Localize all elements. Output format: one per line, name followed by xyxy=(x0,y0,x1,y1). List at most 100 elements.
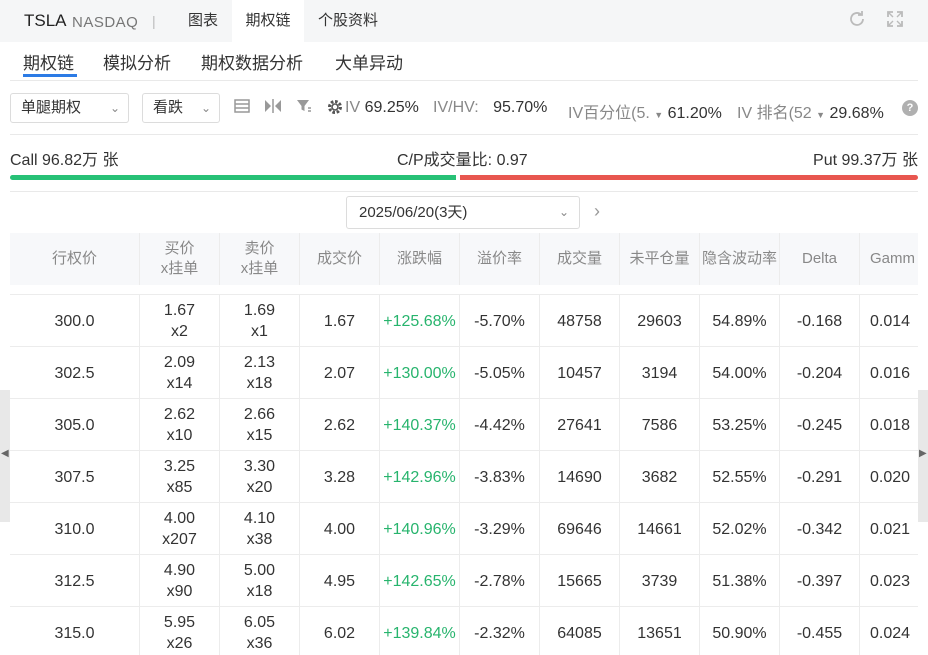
column-header-premium[interactable]: 溢价率 xyxy=(460,233,540,285)
expand-icon[interactable] xyxy=(884,9,906,31)
iv-value: 51.38% xyxy=(712,572,767,590)
column-header-change[interactable]: 涨跌幅 xyxy=(380,233,460,285)
change-value: +130.00% xyxy=(383,364,456,382)
cell-ask: 6.05 x36 xyxy=(220,607,300,655)
iv-percentile-label: IV百分位(5. xyxy=(568,105,650,122)
table-row[interactable]: 315.0 5.95 x26 6.05 x36 6.02 +139.84% -2.32% 640… xyxy=(10,606,918,655)
cell-oi: 14661 xyxy=(620,503,700,555)
partial-ask-size: x1 xyxy=(248,285,265,290)
tab-chart[interactable]: 图表 xyxy=(174,0,232,42)
ask-price: 5.00 xyxy=(243,562,276,579)
caret-down-icon: ▼ xyxy=(816,110,826,120)
tab-options-chain[interactable]: 期权链 xyxy=(232,0,304,42)
cell-delta: -0.342 xyxy=(780,503,860,555)
iv-percentile-stat[interactable]: IV百分位(5. ▼ 61.20% xyxy=(568,99,722,123)
subtab-options-data[interactable]: 期权数据分析 xyxy=(201,49,303,74)
last-value: 4.95 xyxy=(323,572,356,590)
delta-value: -0.245 xyxy=(796,416,843,434)
cell-ask: 4.10 x38 xyxy=(220,503,300,555)
cell-oi: 3194 xyxy=(620,347,700,399)
change-value: +142.96% xyxy=(383,468,456,486)
delta-value: -0.168 xyxy=(796,312,843,330)
delta-value: -0.204 xyxy=(796,364,843,382)
expiry-select[interactable]: 2025/06/20(3天) ⌄ xyxy=(346,196,580,229)
iv-value: 50.90% xyxy=(712,624,767,642)
chevron-down-icon: ⌄ xyxy=(200,101,211,115)
cell-ask: 2.66 x15 xyxy=(220,399,300,451)
cell-strike: 302.5 xyxy=(10,347,140,399)
cell-delta: -0.168 xyxy=(780,295,860,347)
cell-last: 2.62 xyxy=(300,399,380,451)
scroll-left-icon[interactable]: ◀ xyxy=(1,448,9,459)
tab-stock-profile[interactable]: 个股资料 xyxy=(304,0,392,42)
change-value: +125.68% xyxy=(383,312,456,330)
cell-change: +142.65% xyxy=(380,555,460,607)
subtab-unusual-activity[interactable]: 大单异动 xyxy=(335,49,403,74)
subtab-simulation[interactable]: 模拟分析 xyxy=(103,49,171,74)
premium-value: -3.83% xyxy=(474,468,525,486)
cell-premium: -4.42% xyxy=(460,399,540,451)
refresh-icon[interactable] xyxy=(846,9,868,31)
change-value: +140.96% xyxy=(383,520,456,538)
column-header-iv[interactable]: 隐含波动率 xyxy=(700,233,780,285)
column-header-strike[interactable]: 行权价 xyxy=(10,233,140,285)
table-row[interactable]: 307.5 3.25 x85 3.30 x20 3.28 +142.96% -3.83% 146… xyxy=(10,450,918,503)
table-row[interactable]: 300.0 1.67 x2 1.69 x1 1.67 +125.68% -5.70% 48758… xyxy=(10,294,918,347)
cell-change: +142.96% xyxy=(380,451,460,503)
exchange-label: NASDAQ xyxy=(72,14,139,31)
settings-icon[interactable] xyxy=(325,98,345,118)
column-header-ask[interactable]: 卖价 x挂单 xyxy=(220,233,300,285)
change-value: +142.65% xyxy=(383,572,456,590)
next-expiry-chevron-right-icon[interactable]: › xyxy=(594,201,600,222)
cell-premium: -5.70% xyxy=(460,295,540,347)
cell-oi: 3682 xyxy=(620,451,700,503)
direction-value: 看跌 xyxy=(153,99,184,116)
column-header-oi[interactable]: 未平仓量 xyxy=(620,233,700,285)
last-value: 4.00 xyxy=(323,520,356,538)
scroll-right-icon[interactable]: ▶ xyxy=(919,448,927,459)
iv-rank-label: IV 排名(52 xyxy=(737,105,812,122)
column-header-volume[interactable]: 成交量 xyxy=(540,233,620,285)
volume-value: 14690 xyxy=(557,468,602,486)
cell-ask: 2.13 x18 xyxy=(220,347,300,399)
column-header-delta[interactable]: Delta xyxy=(780,233,860,285)
table-row[interactable]: 302.5 2.09 x14 2.13 x18 2.07 +130.00% -5.05% 104… xyxy=(10,346,918,399)
volume-value: 10457 xyxy=(557,364,602,382)
cell-bid: 2.09 x14 xyxy=(140,347,220,399)
strike-value: 305.0 xyxy=(54,416,95,434)
cell-iv: 51.38% xyxy=(700,555,780,607)
direction-select[interactable]: 看跌 ⌄ xyxy=(142,93,220,123)
cell-iv: 52.55% xyxy=(700,451,780,503)
column-toggle-icon[interactable] xyxy=(263,98,283,118)
cell-delta: -0.204 xyxy=(780,347,860,399)
table-row[interactable]: 312.5 4.90 x90 5.00 x18 4.95 +142.65% -2.78% 156… xyxy=(10,554,918,607)
cell-bid: 3.25 x85 xyxy=(140,451,220,503)
volume-value: 48758 xyxy=(557,312,602,330)
chevron-down-icon: ⌄ xyxy=(558,205,569,219)
cell-ask: 3.30 x20 xyxy=(220,451,300,503)
cell-last: 1.67 xyxy=(300,295,380,347)
column-header-bid[interactable]: 买价 x挂单 xyxy=(140,233,220,285)
table-row[interactable]: 310.0 4.00 x207 4.10 x38 4.00 +140.96% -3.29% 69… xyxy=(10,502,918,555)
subtab-options-chain[interactable]: 期权链 xyxy=(23,49,74,74)
iv-rank-stat[interactable]: IV 排名(52 ▼ 29.68% xyxy=(737,99,884,123)
premium-value: -5.70% xyxy=(474,312,525,330)
cell-strike: 307.5 xyxy=(10,451,140,503)
table-layout-icon[interactable] xyxy=(232,98,252,118)
column-header-last[interactable]: 成交价 xyxy=(300,233,380,285)
column-header-gamma[interactable]: Gamm xyxy=(860,233,918,285)
cp-ratio-label: C/P成交量比: 0.97 xyxy=(397,152,528,169)
oi-value: 14661 xyxy=(637,520,682,538)
volume-value: 15665 xyxy=(557,572,602,590)
put-volume-label: Put 99.37万 张 xyxy=(813,152,918,169)
cell-bid: 2.62 x10 xyxy=(140,399,220,451)
cell-gamma: 0.023 xyxy=(860,555,918,607)
help-icon[interactable]: ? xyxy=(902,100,918,116)
ask-size: x36 xyxy=(246,635,273,652)
bid-price: 2.09 xyxy=(163,354,196,371)
table-row[interactable]: 305.0 2.62 x10 2.66 x15 2.62 +140.37% -4.42% 276… xyxy=(10,398,918,451)
delta-value: -0.342 xyxy=(796,520,843,538)
filter-icon[interactable] xyxy=(294,98,314,118)
cell-iv: 54.00% xyxy=(700,347,780,399)
option-type-select[interactable]: 单腿期权 ⌄ xyxy=(10,93,129,123)
